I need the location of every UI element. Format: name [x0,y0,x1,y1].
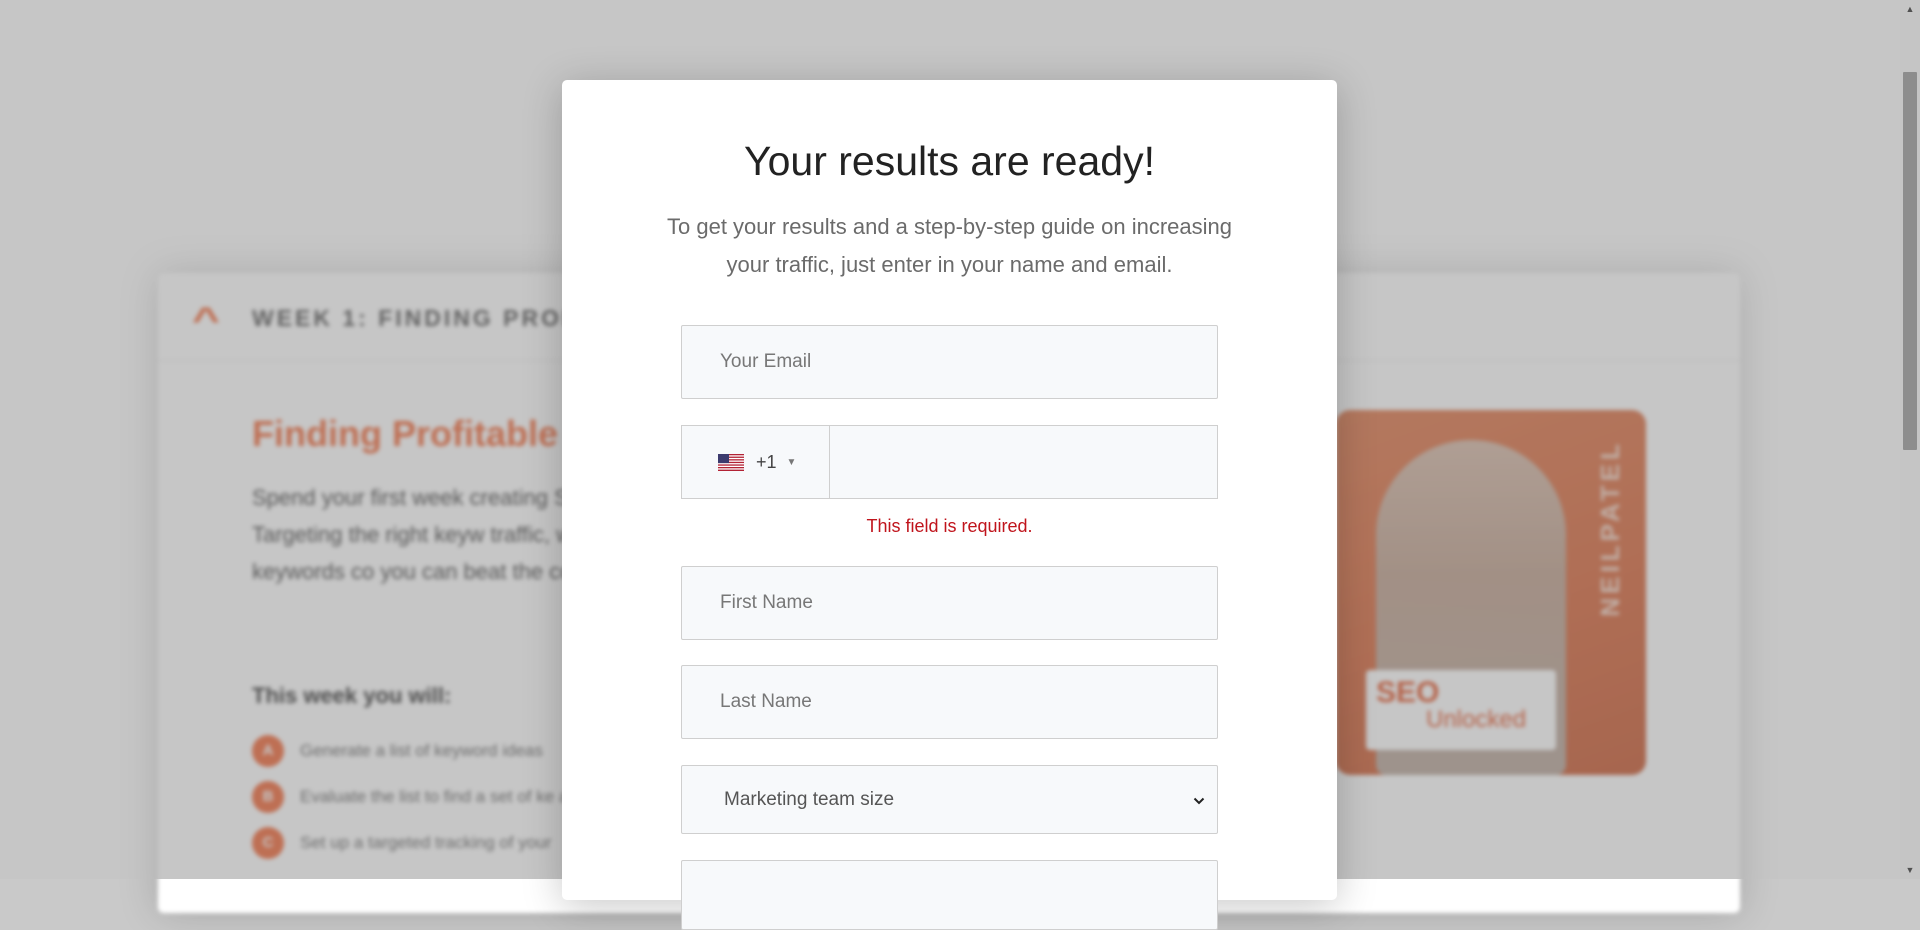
dial-code: +1 [756,451,777,472]
us-flag-icon [718,453,744,471]
scroll-thumb[interactable] [1903,72,1917,450]
modal-title: Your results are ready! [744,138,1155,184]
chevron-down-icon [1193,797,1205,805]
next-form-field[interactable] [681,860,1218,930]
marketing-team-size-select[interactable]: Marketing team size [681,765,1218,834]
phone-field-group: +1 ▼ [681,425,1218,499]
first-name-field[interactable] [681,566,1218,640]
phone-field[interactable] [829,425,1218,499]
results-modal: Your results are ready! To get your resu… [562,80,1337,930]
modal-subtitle: To get your results and a step-by-step g… [667,214,1232,277]
page-scrollbar[interactable]: ▲ ▼ [1900,0,1920,879]
country-code-select[interactable]: +1 ▼ [681,425,829,499]
email-field[interactable] [681,325,1218,399]
caret-down-icon: ▼ [786,456,797,468]
scroll-down-arrow-icon[interactable]: ▼ [1900,861,1920,879]
scroll-up-arrow-icon[interactable]: ▲ [1900,0,1920,18]
last-name-field[interactable] [681,665,1218,739]
select-value: Marketing team size [724,788,895,810]
phone-error-message: This field is required. [866,516,1033,536]
